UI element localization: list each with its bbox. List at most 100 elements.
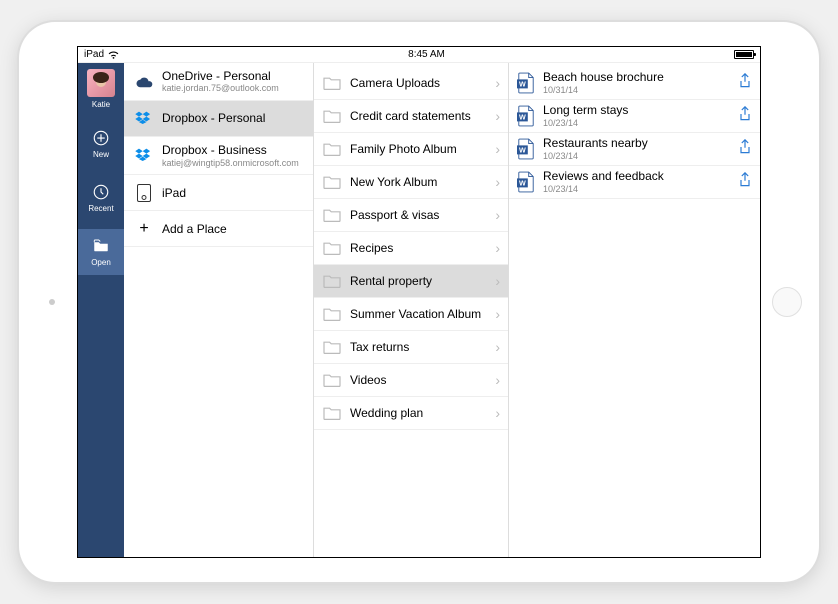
dropbox-icon <box>135 111 153 127</box>
status-bar: iPad 8:45 AM <box>78 47 760 63</box>
folder-row[interactable]: Recipes › <box>314 232 508 265</box>
folder-row[interactable]: New York Album› <box>314 166 508 199</box>
folder-icon <box>322 273 342 289</box>
folder-row[interactable]: Family Photo Album › <box>314 133 508 166</box>
screen: iPad 8:45 AM Katie New <box>77 46 761 558</box>
svg-text:W: W <box>519 80 526 89</box>
chevron-right-icon: › <box>495 339 500 355</box>
place-title: OneDrive - Personal <box>162 69 303 83</box>
folder-row[interactable]: Rental property› <box>314 265 508 298</box>
new-icon <box>92 129 110 147</box>
svg-text:W: W <box>519 146 526 155</box>
sidebar-label-recent: Recent <box>88 204 113 213</box>
folder-title: Rental property <box>350 274 487 288</box>
folder-row[interactable]: Credit card statements› <box>314 100 508 133</box>
file-date: 10/31/14 <box>543 85 730 95</box>
file-title: Reviews and feedback <box>543 170 730 184</box>
sidebar: Katie New Recent Open <box>78 63 124 557</box>
battery-icon <box>734 50 754 59</box>
sidebar-item-open[interactable]: Open <box>78 229 124 275</box>
camera-dot <box>49 299 55 305</box>
folder-title: New York Album <box>350 175 487 189</box>
place-row[interactable]: OneDrive - Personalkatie.jordan.75@outlo… <box>124 63 313 101</box>
wifi-icon <box>108 51 119 59</box>
file-title: Restaurants nearby <box>543 137 730 151</box>
folder-icon <box>322 306 342 322</box>
place-subtitle: katie.jordan.75@outlook.com <box>162 83 303 94</box>
plus-icon: + <box>139 220 148 238</box>
place-row[interactable]: iPad <box>124 175 313 211</box>
folder-title: Wedding plan <box>350 406 487 420</box>
user-name: Katie <box>92 100 110 109</box>
home-button[interactable] <box>772 287 802 317</box>
share-button[interactable] <box>738 139 752 160</box>
sidebar-label-open: Open <box>91 258 111 267</box>
file-title: Long term stays <box>543 104 730 118</box>
folder-title: Videos <box>350 373 487 387</box>
file-row[interactable]: W Reviews and feedback10/23/14 <box>509 166 760 199</box>
folder-row[interactable]: Tax returns › <box>314 331 508 364</box>
file-date: 10/23/14 <box>543 118 730 128</box>
folder-icon <box>322 405 342 421</box>
chevron-right-icon: › <box>495 207 500 223</box>
status-time: 8:45 AM <box>408 49 445 60</box>
chevron-right-icon: › <box>495 141 500 157</box>
folder-title: Passport & visas <box>350 208 487 222</box>
folder-icon <box>322 339 342 355</box>
place-row[interactable]: Dropbox - Businesskatiej@wingtip58.onmic… <box>124 137 313 175</box>
svg-text:W: W <box>519 113 526 122</box>
ipad-icon <box>137 184 151 202</box>
dropbox-icon <box>135 148 153 164</box>
folder-row[interactable]: Passport & visas › <box>314 199 508 232</box>
folder-icon <box>322 372 342 388</box>
sidebar-item-recent[interactable]: Recent <box>78 175 124 221</box>
share-icon <box>738 106 752 122</box>
chevron-right-icon: › <box>495 240 500 256</box>
files-column: W Beach house brochure10/31/14 W Long term … <box>509 63 760 557</box>
folder-row[interactable]: Summer Vacation Album › <box>314 298 508 331</box>
share-button[interactable] <box>738 73 752 94</box>
folder-title: Camera Uploads <box>350 76 487 90</box>
file-title: Beach house brochure <box>543 71 730 85</box>
word-doc-icon: W <box>517 138 535 160</box>
folder-title: Recipes <box>350 241 487 255</box>
place-title: Add a Place <box>162 222 303 236</box>
folder-row[interactable]: Videos› <box>314 364 508 397</box>
sidebar-label-new: New <box>93 150 109 159</box>
place-subtitle: katiej@wingtip58.onmicrosoft.com <box>162 158 303 169</box>
folder-title: Tax returns <box>350 340 487 354</box>
share-button[interactable] <box>738 106 752 127</box>
share-icon <box>738 172 752 188</box>
chevron-right-icon: › <box>495 75 500 91</box>
avatar[interactable] <box>87 69 115 97</box>
folder-row[interactable]: Camera Uploads › <box>314 67 508 100</box>
place-row[interactable]: + Add a Place <box>124 211 313 247</box>
word-doc-icon: W <box>517 72 535 94</box>
file-row[interactable]: W Long term stays10/23/14 <box>509 100 760 133</box>
place-title: Dropbox - Personal <box>162 111 303 125</box>
recent-icon <box>92 183 110 201</box>
file-date: 10/23/14 <box>543 151 730 161</box>
open-icon <box>92 237 110 255</box>
folder-title: Summer Vacation Album <box>350 307 487 321</box>
file-date: 10/23/14 <box>543 184 730 194</box>
ipad-frame: iPad 8:45 AM Katie New <box>19 22 819 582</box>
folder-row[interactable]: Wedding plan› <box>314 397 508 430</box>
share-icon <box>738 73 752 89</box>
chevron-right-icon: › <box>495 108 500 124</box>
word-doc-icon: W <box>517 171 535 193</box>
sidebar-item-new[interactable]: New <box>78 121 124 167</box>
place-row[interactable]: Dropbox - Personal <box>124 101 313 137</box>
file-row[interactable]: W Restaurants nearby10/23/14 <box>509 133 760 166</box>
share-button[interactable] <box>738 172 752 193</box>
folder-icon <box>322 174 342 190</box>
folder-icon <box>322 108 342 124</box>
folders-column: Camera Uploads›Credit card statements›Fa… <box>314 63 509 557</box>
folder-title: Family Photo Album <box>350 142 487 156</box>
folder-icon <box>322 207 342 223</box>
share-icon <box>738 139 752 155</box>
word-doc-icon: W <box>517 105 535 127</box>
chevron-right-icon: › <box>495 306 500 322</box>
file-row[interactable]: W Beach house brochure10/31/14 <box>509 67 760 100</box>
folder-icon <box>322 75 342 91</box>
